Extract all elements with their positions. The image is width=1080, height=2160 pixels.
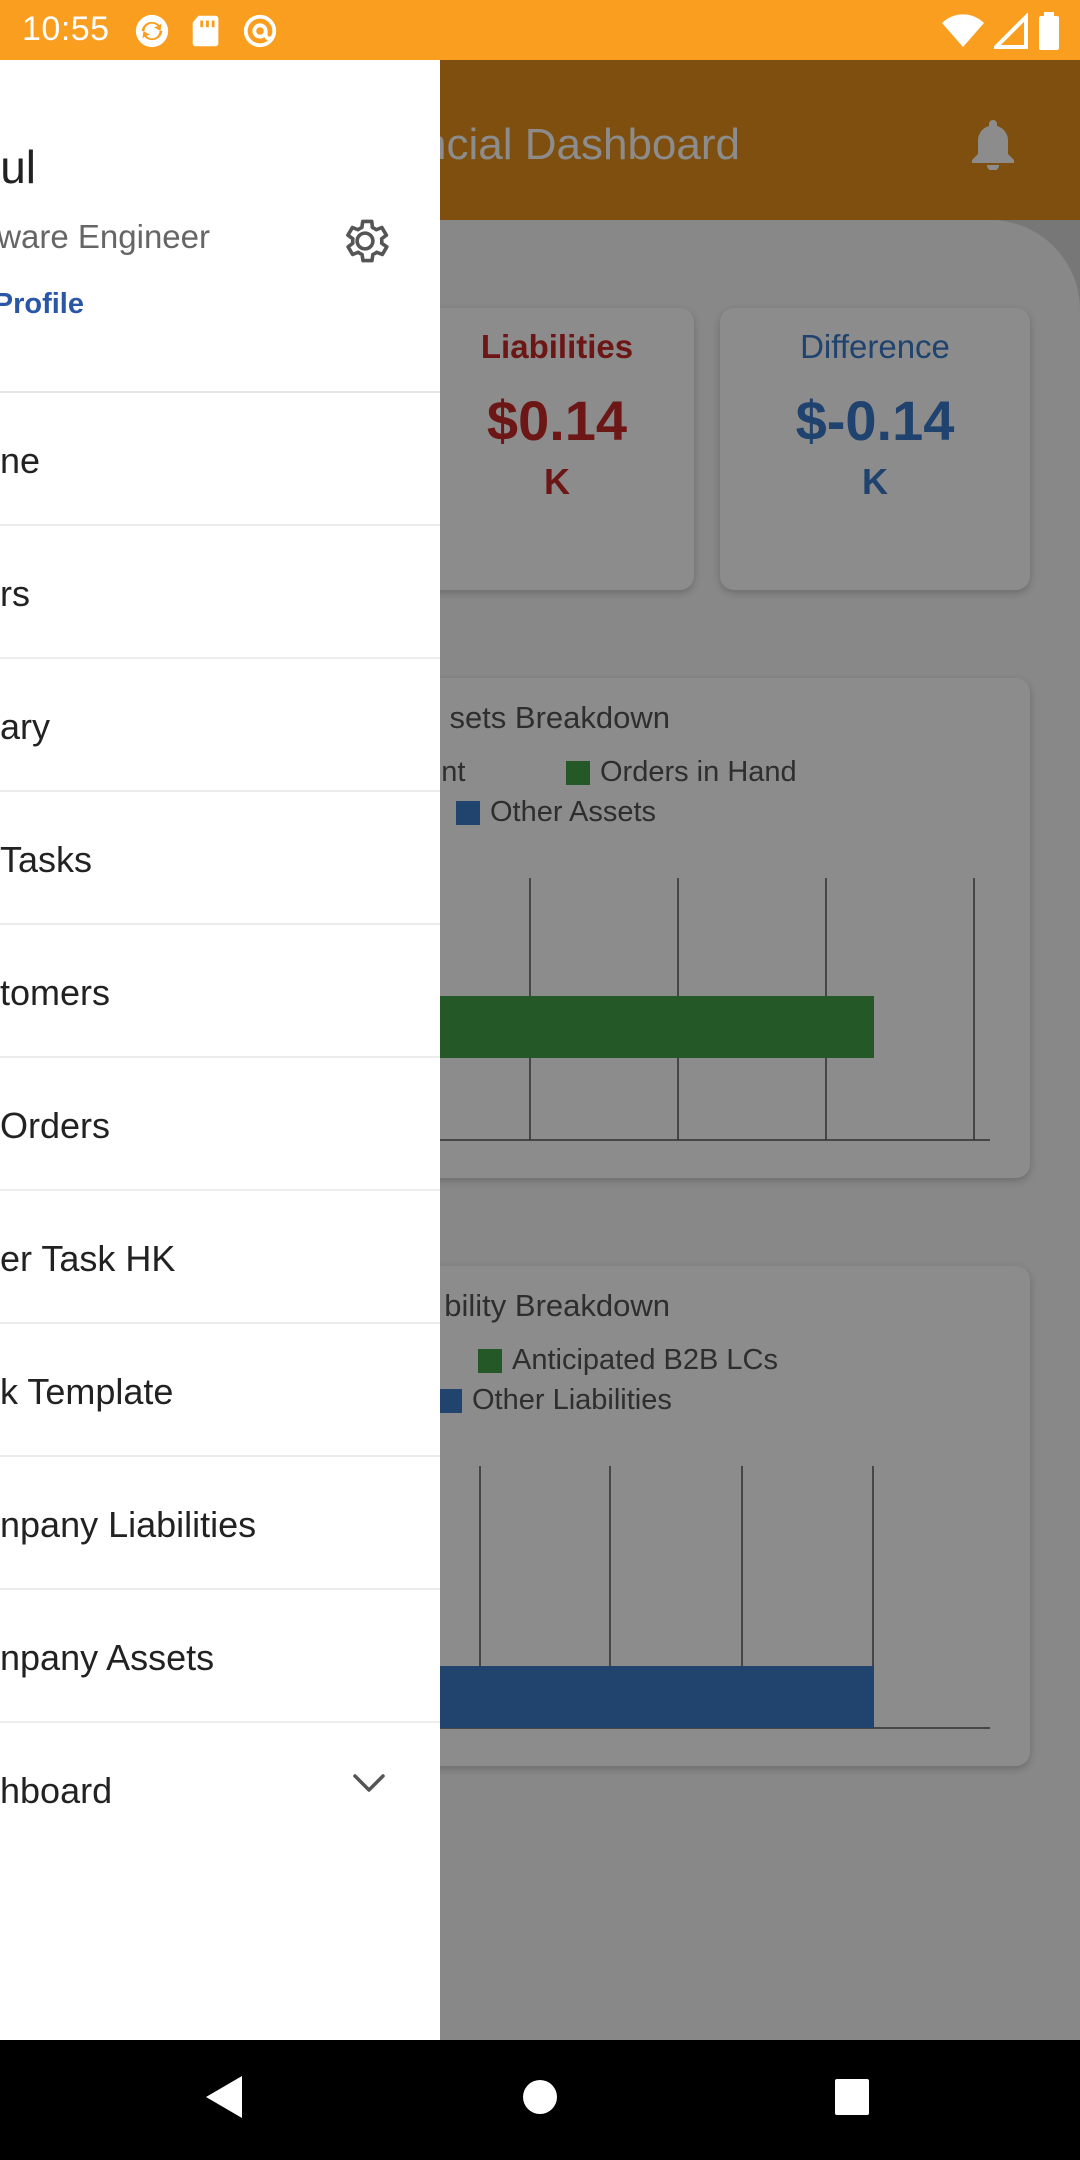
menu-item-task-hk[interactable]: er Task HK bbox=[0, 1191, 440, 1324]
menu-item-users[interactable]: rs bbox=[0, 526, 440, 659]
wifi-icon bbox=[942, 14, 984, 47]
at-sign-icon bbox=[243, 14, 277, 48]
menu-item-task-template[interactable]: k Template bbox=[0, 1324, 440, 1457]
status-bar: 10:55 bbox=[0, 0, 1080, 60]
menu-item-summary[interactable]: ary bbox=[0, 659, 440, 792]
status-right-icons bbox=[942, 12, 1060, 50]
menu-item-customers[interactable]: tomers bbox=[0, 925, 440, 1058]
sd-card-icon bbox=[192, 15, 219, 47]
system-nav-bar bbox=[0, 2040, 1080, 2160]
menu-item-company-assets[interactable]: npany Assets bbox=[0, 1590, 440, 1723]
gear-icon[interactable] bbox=[338, 214, 392, 268]
signal-icon bbox=[994, 13, 1028, 49]
menu-item-label: ne bbox=[0, 440, 40, 481]
profile-link[interactable]: Profile bbox=[0, 288, 84, 321]
menu-item-label: er Task HK bbox=[0, 1238, 176, 1279]
menu-item-label: npany Liabilities bbox=[0, 1504, 257, 1545]
drawer-header: ul ware Engineer Profile bbox=[0, 60, 440, 393]
menu-item-label: ary bbox=[0, 706, 51, 747]
menu-item-label: k Template bbox=[0, 1371, 174, 1412]
navigation-drawer: ul ware Engineer Profile ne rs ary Tasks… bbox=[0, 60, 440, 2040]
battery-icon bbox=[1039, 12, 1059, 50]
user-role: ware Engineer bbox=[0, 218, 210, 255]
menu-item-label: Tasks bbox=[0, 839, 93, 880]
menu-item-dashboard[interactable]: hboard bbox=[0, 1723, 440, 1856]
status-left-icons bbox=[132, 12, 280, 50]
menu-item-company-liabilities[interactable]: npany Liabilities bbox=[0, 1457, 440, 1590]
menu-item-label: hboard bbox=[0, 1770, 113, 1811]
chevron-down-icon[interactable] bbox=[352, 1771, 386, 1795]
home-icon[interactable] bbox=[520, 2074, 560, 2120]
sync-icon bbox=[135, 14, 169, 48]
menu-item-home[interactable]: ne bbox=[0, 393, 440, 526]
menu-item-label: rs bbox=[0, 573, 30, 614]
menu-item-orders[interactable]: Orders bbox=[0, 1058, 440, 1191]
menu-item-tasks[interactable]: Tasks bbox=[0, 792, 440, 925]
back-icon[interactable] bbox=[204, 2074, 246, 2120]
status-time: 10:55 bbox=[22, 10, 110, 48]
user-name: ul bbox=[0, 141, 36, 193]
menu-item-label: Orders bbox=[0, 1105, 110, 1146]
recents-icon[interactable] bbox=[833, 2074, 871, 2120]
menu-item-label: tomers bbox=[0, 972, 111, 1013]
menu-item-label: npany Assets bbox=[0, 1637, 215, 1678]
